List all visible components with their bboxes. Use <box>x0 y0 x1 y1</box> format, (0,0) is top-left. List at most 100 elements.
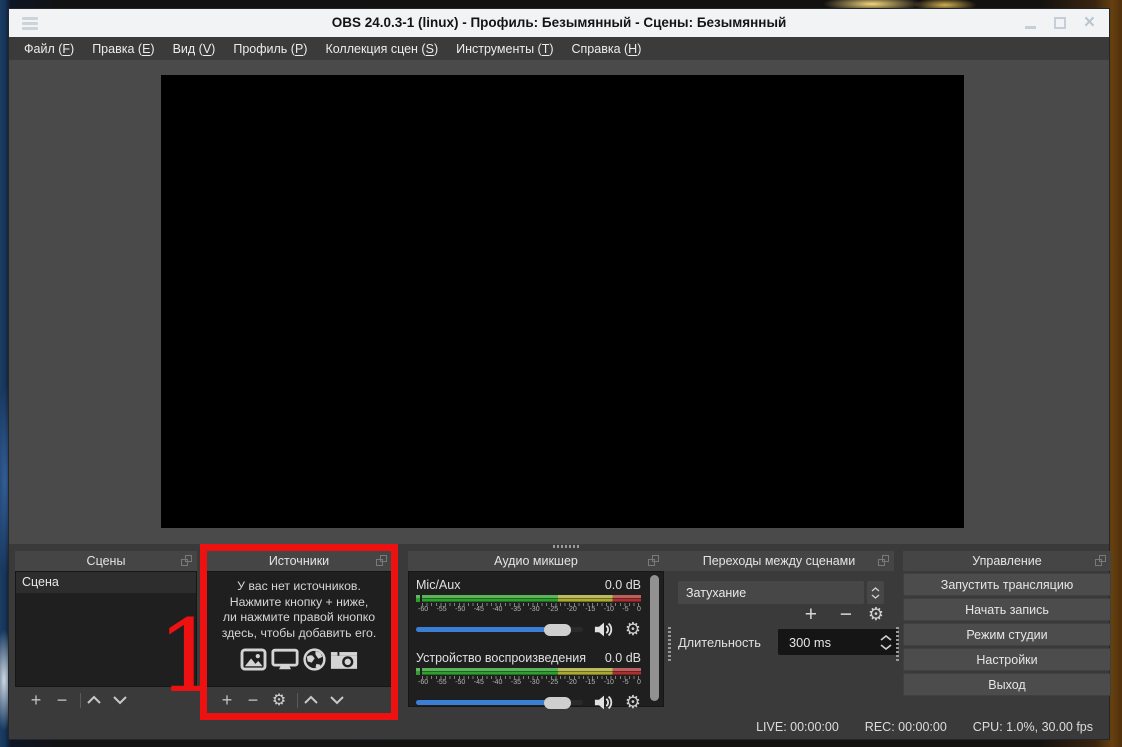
transitions-panel: Переходы между сценами Затухание + − ⚙ Д… <box>664 551 898 713</box>
mixer-scrollbar[interactable] <box>650 575 659 701</box>
meter-bar <box>422 668 641 675</box>
status-bar: LIVE: 00:00:00 REC: 00:00:00 CPU: 1.0%, … <box>9 714 1109 739</box>
mixer-channel: Mic/Aux 0.0 dB -60 -55 -50 -45 -40 -35 -30 -25-… <box>416 576 641 641</box>
minimize-button[interactable] <box>1024 17 1036 29</box>
panel-resize-handle[interactable] <box>668 627 671 663</box>
add-scene-button[interactable]: + <box>23 687 49 713</box>
toolbar-separator <box>80 692 81 708</box>
scenes-panel-title: Сцены <box>86 554 126 568</box>
globe-icon <box>303 648 326 671</box>
move-scene-up-button[interactable] <box>86 687 112 713</box>
menu-item[interactable]: Коллекция сцен (S) <box>316 42 447 56</box>
window-title: OBS 24.0.3-1 (linux) - Профиль: Безымянн… <box>331 15 787 30</box>
meter-bar <box>422 595 641 602</box>
mixer-panel-header[interactable]: Аудио микшер <box>408 551 664 571</box>
volume-meter <box>416 668 641 675</box>
float-panel-icon[interactable] <box>376 555 387 566</box>
source-type-icons <box>207 648 391 671</box>
controls-buttons: Запустить трансляцию Начать запись Режим… <box>903 571 1111 696</box>
remove-transition-button[interactable]: − <box>833 603 859 627</box>
toolbar-separator <box>297 692 298 708</box>
transitions-panel-header[interactable]: Переходы между сценами <box>664 551 894 571</box>
float-panel-icon[interactable] <box>181 555 192 566</box>
source-properties-button[interactable]: ⚙ <box>266 692 292 708</box>
controls-panel: Управление Запустить трансляцию Начать з… <box>903 551 1111 713</box>
sources-panel-header[interactable]: Источники <box>206 551 392 571</box>
scenes-panel: Сцены Сцена + − <box>15 551 197 713</box>
menu-item[interactable]: Вид (V) <box>164 42 225 56</box>
menubar: Файл (F) Правка (E) Вид (V) Профиль (P) … <box>9 37 1109 60</box>
exit-button[interactable]: Выход <box>903 673 1111 696</box>
float-panel-icon[interactable] <box>878 555 889 566</box>
obs-window: OBS 24.0.3-1 (linux) - Профиль: Безымянн… <box>8 8 1111 740</box>
menu-item[interactable]: Правка (E) <box>83 42 163 56</box>
meter-tick-labels: -60 -55 -50 -45 -40 -35 -30 -25 -20 -15 -10 -5 0 <box>418 606 641 613</box>
speaker-icon[interactable] <box>594 621 614 638</box>
volume-meter <box>416 595 641 602</box>
duration-spin-arrows[interactable] <box>877 632 895 652</box>
meter-tick-labels: -60 -55 -50 -45 -40 -35 -30 -25 -20 -15 -10 -5 0 <box>418 679 641 686</box>
float-panel-icon[interactable] <box>1095 555 1106 566</box>
transition-select-arrows[interactable] <box>867 581 884 604</box>
mixer-panel-title: Аудио микшер <box>494 554 578 568</box>
add-transition-button[interactable]: + <box>798 603 824 627</box>
panel-resize-handle[interactable] <box>896 627 899 663</box>
volume-slider[interactable] <box>416 696 583 709</box>
float-panel-icon[interactable] <box>648 555 659 566</box>
scenes-panel-header[interactable]: Сцены <box>15 551 197 571</box>
dock-resize-handle[interactable] <box>553 545 581 548</box>
meter-led <box>416 668 420 675</box>
titlebar: OBS 24.0.3-1 (linux) - Профиль: Безымянн… <box>9 9 1109 37</box>
minimize-icon <box>1024 26 1036 29</box>
move-source-up-button[interactable] <box>303 687 329 713</box>
close-button[interactable]: × <box>1084 13 1095 33</box>
maximize-button[interactable] <box>1053 17 1066 29</box>
mixer-settings-icon[interactable]: ⚙ <box>625 693 641 712</box>
maximize-icon <box>1053 17 1066 29</box>
move-source-down-button[interactable] <box>329 687 355 713</box>
volume-slider-handle[interactable] <box>544 623 572 636</box>
controls-panel-header[interactable]: Управление <box>903 551 1111 571</box>
scenes-list[interactable]: Сцена <box>15 571 197 687</box>
channel-db-value: 0.0 dB <box>604 651 641 665</box>
mixer-body: Mic/Aux 0.0 dB -60 -55 -50 -45 -40 -35 -30 -25-… <box>408 571 664 711</box>
start-recording-button[interactable]: Начать запись <box>903 598 1111 621</box>
display-icon <box>271 648 299 671</box>
move-scene-down-button[interactable] <box>112 687 138 713</box>
speaker-icon[interactable] <box>594 694 614 711</box>
transitions-toolbar: + − ⚙ <box>664 603 884 627</box>
meter-led <box>416 595 420 602</box>
volume-slider[interactable] <box>416 623 583 636</box>
settings-button[interactable]: Настройки <box>903 648 1111 671</box>
preview-canvas[interactable] <box>161 75 964 528</box>
image-icon <box>240 648 267 671</box>
preview-area <box>9 60 1109 544</box>
desktop-wallpaper: OBS 24.0.3-1 (linux) - Профиль: Безымянн… <box>0 0 1122 747</box>
add-source-button[interactable]: + <box>214 687 240 713</box>
duration-value: 300 ms <box>789 634 831 650</box>
cpu-fps-status: CPU: 1.0%, 30.00 fps <box>972 719 1093 734</box>
start-streaming-button[interactable]: Запустить трансляцию <box>903 573 1111 596</box>
transition-select[interactable]: Затухание <box>678 581 864 604</box>
volume-slider-fill <box>416 627 550 632</box>
sources-empty-state[interactable]: У вас нет источников. Нажмите кнопку + ни… <box>206 571 392 687</box>
studio-mode-button[interactable]: Режим студии <box>903 623 1111 646</box>
transition-properties-button[interactable]: ⚙ <box>868 606 884 624</box>
duration-input[interactable]: 300 ms <box>778 629 898 655</box>
close-icon: × <box>1083 12 1095 33</box>
scene-list-item[interactable]: Сцена <box>16 572 196 593</box>
menu-item[interactable]: Инструменты (T) <box>447 42 562 56</box>
window-controls: × <box>1024 9 1095 37</box>
volume-slider-handle[interactable] <box>544 696 572 709</box>
rec-time-status: REC: 00:00:00 <box>864 719 947 734</box>
menu-item[interactable]: Профиль (P) <box>224 42 316 56</box>
scenes-toolbar: + − <box>15 687 197 713</box>
menu-item[interactable]: Справка (H) <box>563 42 651 56</box>
sources-panel-title: Источники <box>268 554 330 568</box>
menu-item[interactable]: Файл (F) <box>15 42 83 56</box>
remove-scene-button[interactable]: − <box>49 687 75 713</box>
duration-row: Длительность 300 ms <box>678 629 898 655</box>
mixer-channel: Устройство воспроизведения 0.0 dB -60 -55… <box>416 649 641 714</box>
remove-source-button[interactable]: − <box>240 687 266 713</box>
mixer-settings-icon[interactable]: ⚙ <box>625 620 641 639</box>
